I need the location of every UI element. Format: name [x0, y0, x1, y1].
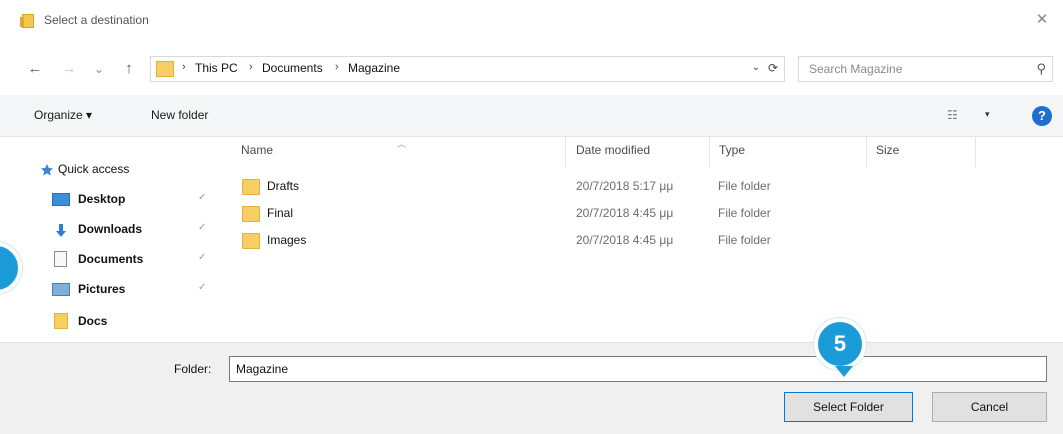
folder-icon	[242, 233, 260, 249]
refresh-icon[interactable]: ⟳	[768, 61, 778, 75]
column-header-date[interactable]: Date modified	[576, 143, 650, 157]
pin-icon: ✓	[198, 282, 207, 293]
folder-icon	[54, 313, 68, 329]
column-header-type[interactable]: Type	[719, 143, 745, 157]
pin-icon: ✓	[198, 192, 207, 203]
forward-icon[interactable]: →	[60, 60, 78, 78]
file-name: Final	[267, 206, 294, 220]
download-icon	[53, 223, 69, 237]
file-date: 20/7/2018 4:45 μμ	[576, 206, 674, 220]
sidebar-item-pictures[interactable]: Pictures ✓	[40, 279, 230, 303]
organize-button[interactable]: Organize ▾	[34, 108, 92, 122]
file-name: Images	[267, 233, 307, 247]
sidebar-item-label: Pictures	[78, 282, 126, 296]
file-type: File folder	[718, 206, 771, 220]
sidebar-item-documents[interactable]: Documents ✓	[40, 249, 230, 273]
column-divider[interactable]	[975, 137, 976, 167]
column-divider[interactable]	[709, 137, 710, 167]
sidebar-item-label: Desktop	[78, 192, 126, 206]
folder-icon	[242, 179, 260, 195]
desktop-icon	[52, 193, 70, 206]
navigation-pane: Quick access Desktop ✓ Downloads ✓ Docum…	[0, 137, 232, 342]
folder-icon	[242, 206, 260, 222]
pin-icon: ✓	[198, 222, 207, 233]
cancel-button[interactable]: Cancel	[932, 392, 1047, 422]
table-row[interactable]: Drafts 20/7/2018 5:17 μμ File folder	[236, 175, 816, 201]
sidebar-item-downloads[interactable]: Downloads ✓	[40, 219, 230, 243]
table-row[interactable]: Images 20/7/2018 4:45 μμ File folder	[236, 229, 816, 255]
quick-access-item[interactable]: Quick access	[40, 159, 230, 183]
sort-ascending-icon: ︿	[397, 139, 407, 149]
file-date: 20/7/2018 4:45 μμ	[576, 233, 674, 247]
documents-icon	[54, 251, 67, 267]
back-icon[interactable]: ←	[26, 60, 44, 78]
pictures-icon	[52, 283, 70, 296]
window-title: Select a destination	[44, 13, 149, 27]
folder-icon	[156, 61, 174, 77]
table-row[interactable]: Final 20/7/2018 4:45 μμ File folder	[236, 202, 816, 228]
view-options-icon[interactable]: ☷	[947, 108, 958, 122]
dialog-footer: Folder: Select Folder Cancel	[0, 342, 1063, 434]
select-folder-button[interactable]: Select Folder	[784, 392, 913, 422]
file-date: 20/7/2018 5:17 μμ	[576, 179, 674, 193]
file-list: ︿ Name Date modified Type Size Drafts 20…	[232, 137, 1063, 342]
folder-name-field[interactable]	[229, 356, 1047, 382]
sidebar-item-label: Downloads	[78, 222, 143, 236]
file-name: Drafts	[267, 179, 300, 193]
crumb-separator: ›	[335, 61, 339, 73]
folder-icon	[20, 14, 34, 28]
column-header-size[interactable]: Size	[876, 143, 899, 157]
column-divider[interactable]	[565, 137, 566, 167]
quick-access-label: Quick access	[58, 162, 130, 176]
sidebar-item-label: Docs	[78, 314, 108, 328]
sidebar-item-label: Documents	[78, 252, 144, 266]
column-header-name[interactable]: Name	[241, 143, 273, 157]
breadcrumb-documents[interactable]: Documents	[262, 61, 323, 75]
up-icon[interactable]: ↑	[120, 60, 138, 78]
address-dropdown-icon[interactable]: ⌄	[752, 62, 760, 73]
star-icon	[40, 163, 54, 176]
sidebar-item-desktop[interactable]: Desktop ✓	[40, 189, 230, 213]
file-type: File folder	[718, 233, 771, 247]
command-bar: Organize ▾ New folder ☷ ▾ ?	[0, 95, 1063, 137]
help-icon[interactable]: ?	[1032, 106, 1052, 126]
step-callout: 5	[814, 318, 866, 377]
address-bar[interactable]: › This PC › Documents › Magazine ⌄ ⟳	[150, 56, 785, 82]
crumb-separator: ›	[182, 61, 186, 73]
chevron-down-icon[interactable]: ▾	[985, 109, 990, 120]
new-folder-button[interactable]: New folder	[151, 108, 208, 122]
search-placeholder: Search Magazine	[809, 62, 903, 76]
pin-icon: ✓	[198, 252, 207, 263]
column-divider[interactable]	[866, 137, 867, 167]
sidebar-item-docs[interactable]: Docs	[40, 311, 230, 335]
close-icon[interactable]: ✕	[1031, 9, 1053, 31]
search-input[interactable]: Search Magazine ⚲	[798, 56, 1053, 82]
folder-label: Folder:	[174, 362, 212, 376]
file-type: File folder	[718, 179, 771, 193]
address-row: ← → ⌄ ↑ › This PC › Documents › Magazine…	[0, 54, 1063, 86]
breadcrumb-magazine[interactable]: Magazine	[348, 61, 400, 75]
title-bar: Select a destination ✕	[0, 0, 1063, 40]
recent-locations-icon[interactable]: ⌄	[90, 60, 108, 78]
crumb-separator: ›	[249, 61, 253, 73]
search-icon[interactable]: ⚲	[1036, 61, 1046, 77]
breadcrumb-this-pc[interactable]: This PC	[195, 61, 238, 75]
